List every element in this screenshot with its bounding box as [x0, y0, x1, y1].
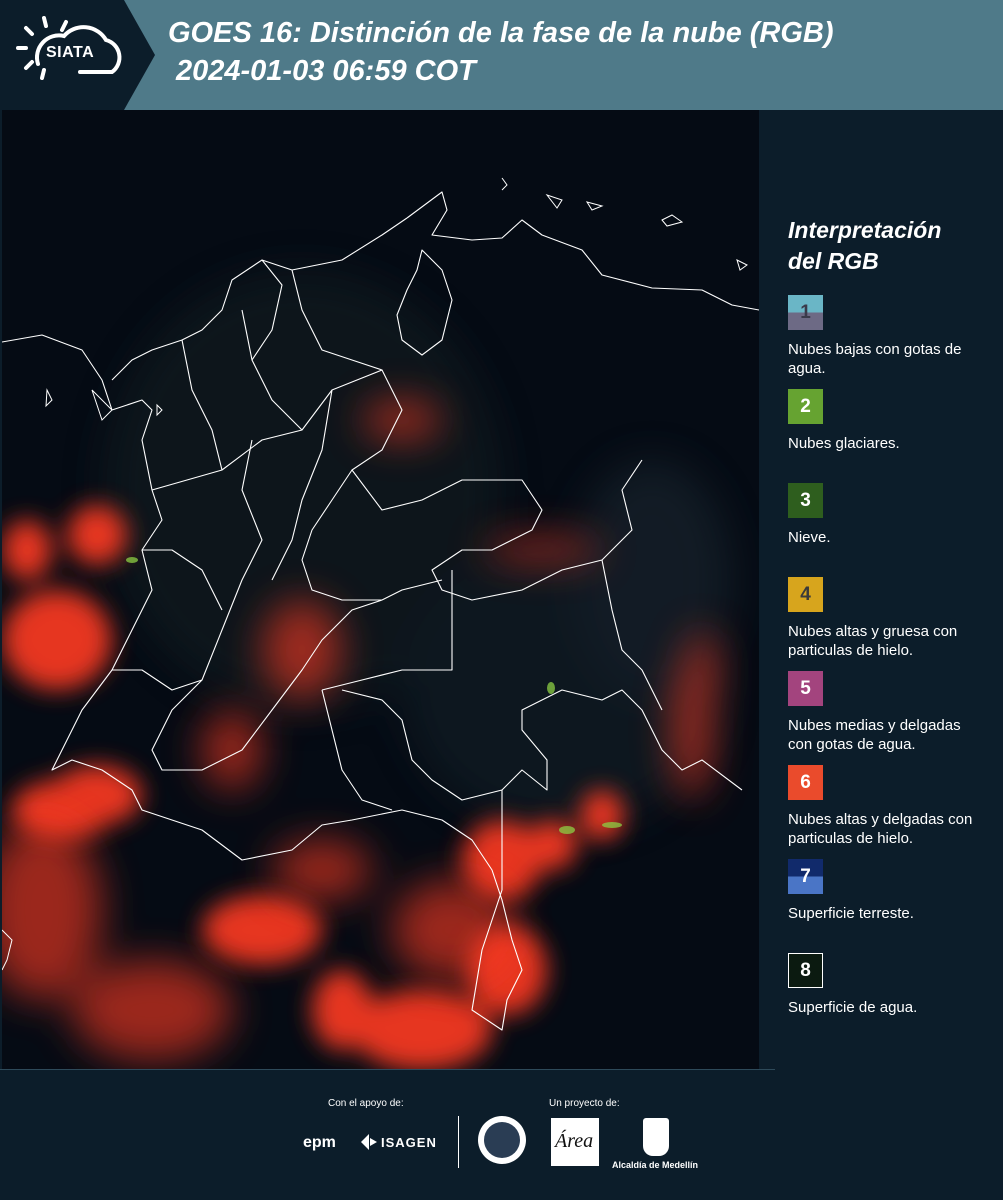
legend-panel: Interpretación del RGB 1 Nubes bajas con … [788, 215, 988, 1047]
footer-separator [458, 1116, 459, 1168]
map-canvas [2, 110, 759, 1070]
legend-label: Nubes altas y delgadas con particulas de… [788, 811, 973, 847]
support-label: Con el apoyo de: [328, 1098, 404, 1109]
title-timestamp: 2024-01-03 06:59 COT [176, 55, 476, 87]
page-title: GOES 16: Distinción de la fase de la nub… [168, 14, 988, 90]
isagen-mark-icon [361, 1134, 377, 1150]
legend-swatch: 8 [788, 953, 823, 988]
footer-divider [0, 1069, 775, 1070]
isagen-logo: ISAGEN [381, 1135, 437, 1150]
legend-label: Nubes glaciares. [788, 435, 900, 452]
legend-title-line-1: Interpretación [788, 217, 942, 243]
epm-logo: epm [303, 1134, 336, 1151]
legend-item-6: 6 Nubes altas y delgadas con particulas d… [788, 765, 988, 859]
legend-item-2: 2 Nubes glaciares. [788, 389, 988, 483]
legend-item-5: 5 Nubes medias y delgadas con gotas de ag… [788, 671, 988, 765]
legend-swatch: 2 [788, 389, 823, 424]
legend-item-1: 1 Nubes bajas con gotas de agua. [788, 295, 988, 389]
alcaldia-logo-text: Alcaldía de Medellín [612, 1160, 699, 1170]
legend-title: Interpretación del RGB [788, 215, 988, 277]
legend-swatch: 6 [788, 765, 823, 800]
legend-title-line-2: del RGB [788, 248, 879, 274]
legend-swatch: 7 [788, 859, 823, 894]
legend-swatch: 3 [788, 483, 823, 518]
university-seal-icon [478, 1116, 526, 1164]
legend-label: Nubes bajas con gotas de agua. [788, 341, 962, 377]
header-bar: SIATA GOES 16: Distinción de la fase de … [0, 0, 1003, 110]
legend-item-8: 8 Superficie de agua. [788, 953, 988, 1047]
logo-text: SIATA [46, 44, 95, 61]
title-line-1: GOES 16: Distinción de la fase de la nub… [168, 17, 834, 49]
legend-label: Superficie de agua. [788, 999, 918, 1016]
legend-label: Nubes medias y delgadas con gotas de agu… [788, 717, 961, 753]
legend-item-3: 3 Nieve. [788, 483, 988, 577]
project-label: Un proyecto de: [549, 1098, 620, 1109]
legend-swatch: 1 [788, 295, 823, 330]
medellin-shield-icon [643, 1118, 669, 1156]
legend-list: 1 Nubes bajas con gotas de agua. 2 Nubes gl… [788, 295, 988, 1047]
footer: Con el apoyo de: Un proyecto de: epm ISA… [0, 1069, 1003, 1200]
satellite-map[interactable] [2, 110, 759, 1070]
legend-label: Superficie terreste. [788, 905, 914, 922]
siata-logo: SIATA [0, 0, 155, 110]
legend-swatch: 4 [788, 577, 823, 612]
legend-item-7: 7 Superficie terreste. [788, 859, 988, 953]
legend-label: Nieve. [788, 529, 831, 546]
legend-item-4: 4 Nubes altas y gruesa con particulas de … [788, 577, 988, 671]
area-logo-text: Área [555, 1130, 594, 1152]
legend-swatch: 5 [788, 671, 823, 706]
legend-label: Nubes altas y gruesa con particulas de h… [788, 623, 958, 659]
